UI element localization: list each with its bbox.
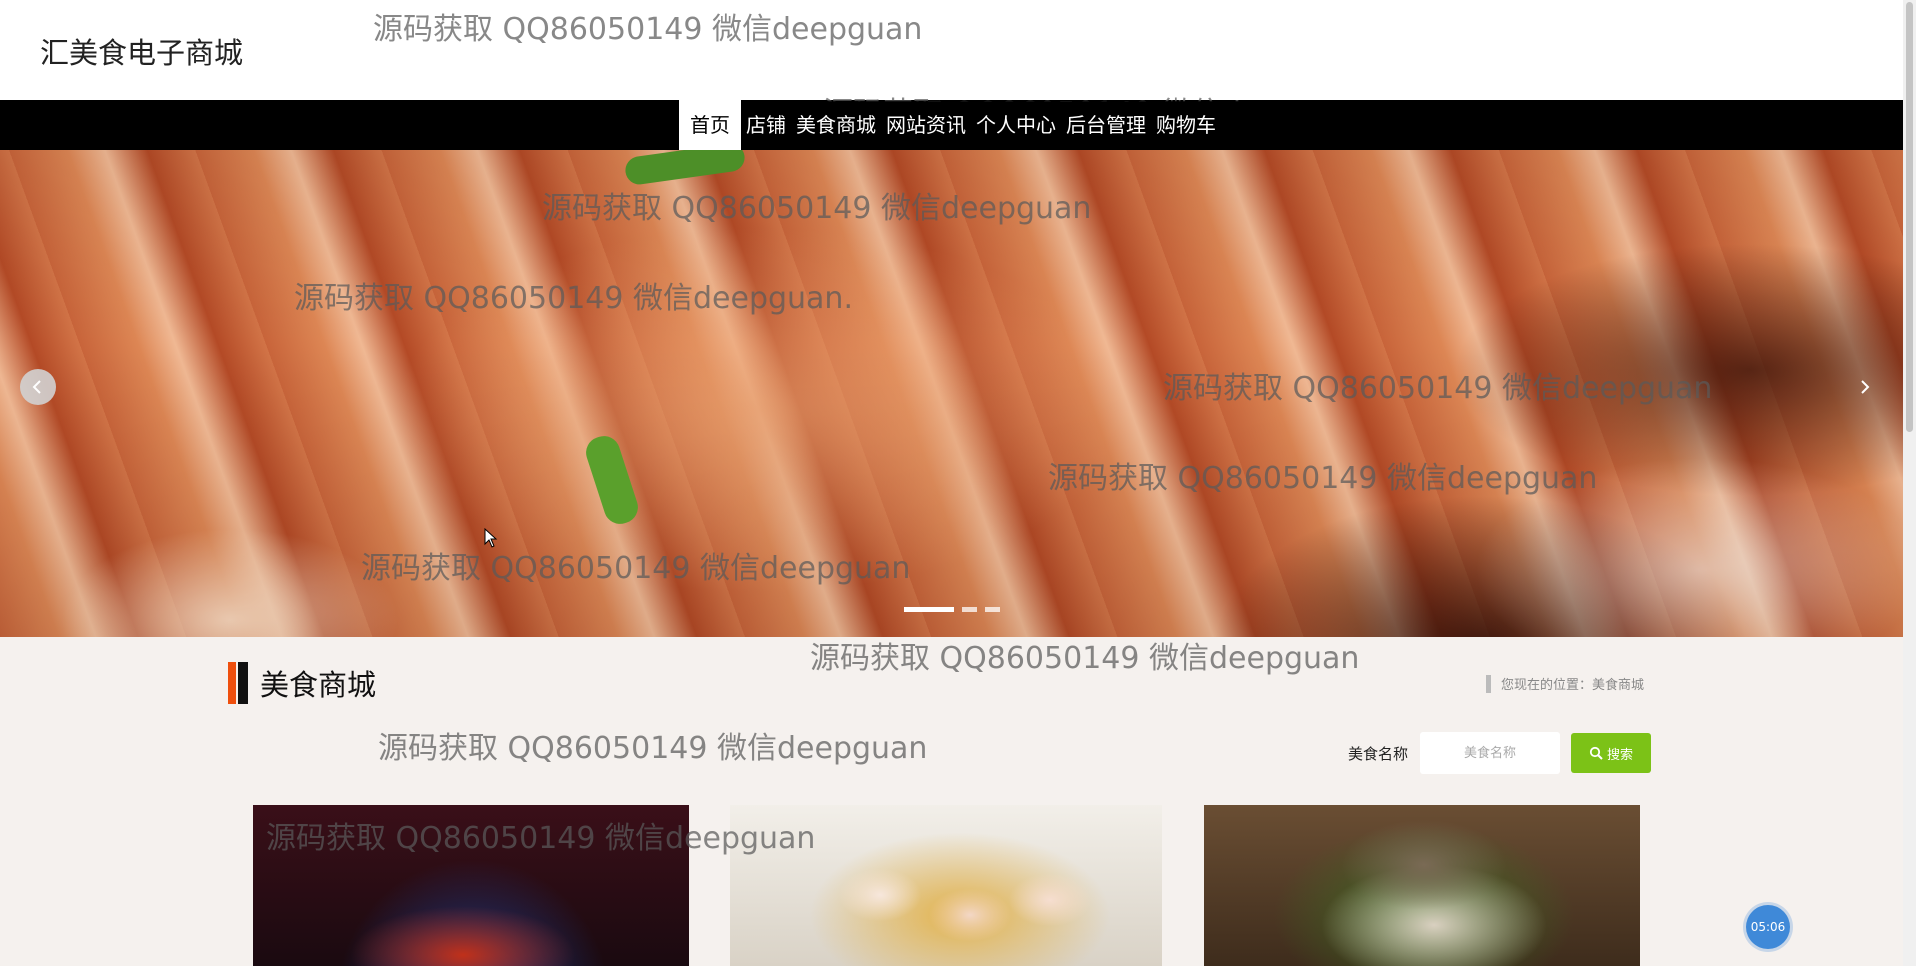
scrollbar-thumb[interactable] (1906, 2, 1913, 432)
carousel-dot-2[interactable] (962, 607, 977, 612)
nav-item-home[interactable]: 首页 (679, 100, 741, 150)
search-icon (1589, 746, 1603, 760)
chevron-right-icon (1861, 380, 1870, 394)
product-card-1[interactable] (253, 805, 689, 966)
breadcrumb-marker (1486, 674, 1491, 693)
main-nav: 首页 店铺 美食商城 网站资讯 个人中心 后台管理 购物车 (0, 100, 1903, 150)
product-card-2[interactable] (730, 805, 1162, 966)
carousel-banner[interactable] (0, 150, 1903, 637)
header-bar: 汇美食电子商城 (0, 0, 1903, 100)
nav-item-user-center[interactable]: 个人中心 (971, 100, 1061, 150)
search-form: 美食名称 搜索 (1348, 732, 1652, 774)
carousel-dot-1[interactable] (904, 607, 954, 612)
section-accent-bar (228, 662, 236, 704)
search-input[interactable] (1420, 732, 1561, 774)
banner-garnish (623, 150, 747, 187)
nav-item-admin[interactable]: 后台管理 (1061, 100, 1151, 150)
banner-garnish (581, 431, 643, 529)
carousel-dot-3[interactable] (985, 607, 1000, 612)
timer-badge[interactable]: 05:06 (1746, 905, 1790, 949)
product-card-3[interactable] (1204, 805, 1640, 966)
nav-item-shops[interactable]: 店铺 (741, 100, 791, 150)
carousel-indicators (904, 607, 1000, 612)
watermark-text: 源码获取 QQ86050149 微信deepguan (810, 641, 1360, 676)
section-accent-bar-dark (238, 662, 248, 704)
section-header: 美食商城 (228, 662, 376, 704)
page-scrollbar[interactable] (1903, 0, 1916, 966)
nav-item-news[interactable]: 网站资讯 (881, 100, 971, 150)
mouse-cursor-icon (484, 528, 498, 548)
search-button-label: 搜索 (1607, 747, 1634, 763)
carousel-next-button[interactable] (1846, 369, 1882, 405)
chevron-left-icon (32, 380, 41, 394)
watermark-text: 源码获取 QQ86050149 微信deepguan (378, 731, 928, 766)
search-button[interactable]: 搜索 (1571, 733, 1652, 773)
breadcrumb-text: 您现在的位置：美食商城 (1501, 678, 1645, 693)
section-title: 美食商城 (260, 668, 377, 702)
nav-item-food-mall[interactable]: 美食商城 (791, 100, 881, 150)
site-title[interactable]: 汇美食电子商城 (40, 30, 243, 72)
breadcrumb: 您现在的位置：美食商城 (1486, 674, 1644, 693)
nav-item-cart[interactable]: 购物车 (1151, 100, 1221, 150)
search-label: 美食名称 (1348, 744, 1409, 763)
carousel-prev-button[interactable] (20, 369, 56, 405)
